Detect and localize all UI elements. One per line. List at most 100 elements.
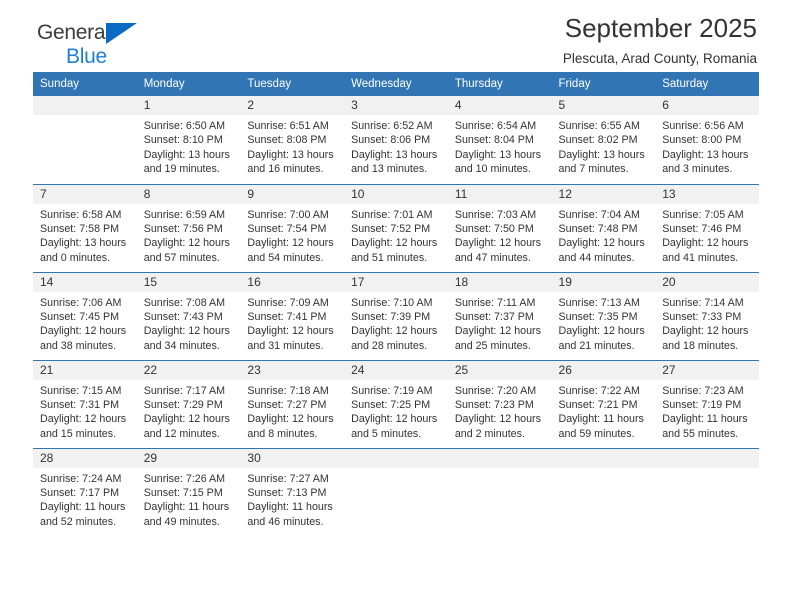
sunset-text: Sunset: 8:10 PM	[143, 134, 223, 147]
calendar-day-cell[interactable]: 5 Sunrise: 6:55 AM Sunset: 8:02 PM Daylight…	[551, 96, 656, 184]
calendar-day-cell[interactable]: 15 Sunrise: 7:08 AM Sunset: 7:43 PM Dayligh…	[136, 271, 241, 360]
day-details: Sunrise: 7:00 AM Sunset: 7:54 PM Daylight:…	[240, 204, 344, 266]
daylight-text-line2: and 52 minutes.	[40, 515, 117, 528]
daylight-text-line2: and 51 minutes.	[351, 251, 428, 264]
daylight-text-line2: and 21 minutes.	[558, 339, 635, 352]
sunrise-text: Sunrise: 7:06 AM	[40, 296, 122, 309]
day-number: 24	[344, 360, 448, 380]
calendar-day-cell[interactable]: 9 Sunrise: 7:00 AM Sunset: 7:54 PM Daylight…	[240, 183, 345, 272]
calendar-day-cell[interactable]: 13 Sunrise: 7:05 AM Sunset: 7:46 PM Dayligh…	[655, 183, 759, 272]
daylight-text-line1: Daylight: 12 hours	[351, 237, 438, 250]
sunrise-text: Sunrise: 7:20 AM	[454, 384, 537, 397]
calendar-day-cell[interactable]: 18 Sunrise: 7:11 AM Sunset: 7:37 PM Dayligh…	[447, 271, 552, 360]
calendar-day-cell[interactable]: 11 Sunrise: 7:03 AM Sunset: 7:50 PM Dayligh…	[447, 183, 552, 272]
calendar-day-cell[interactable]: 27 Sunrise: 7:23 AM Sunset: 7:19 PM Dayligh…	[655, 359, 759, 448]
calendar-day-cell[interactable]: 17 Sunrise: 7:10 AM Sunset: 7:39 PM Dayligh…	[344, 271, 448, 360]
calendar-day-cell[interactable]: 6 Sunrise: 6:56 AM Sunset: 8:00 PM Daylight…	[655, 96, 759, 184]
calendar-day-cell[interactable]: 23 Sunrise: 7:18 AM Sunset: 7:27 PM Dayligh…	[240, 359, 345, 448]
calendar-week-row: 7 Sunrise: 6:58 AM Sunset: 7:58 PM Daylight…	[33, 183, 759, 272]
daylight-text-line2: and 3 minutes.	[662, 163, 733, 176]
calendar-day-cell[interactable]: 8 Sunrise: 6:59 AM Sunset: 7:56 PM Daylight…	[136, 183, 241, 272]
sunset-text: Sunset: 7:37 PM	[454, 310, 534, 323]
daylight-text-line1: Daylight: 12 hours	[454, 325, 541, 338]
calendar-day-cell[interactable]: 25 Sunrise: 7:20 AM Sunset: 7:23 PM Dayligh…	[447, 359, 552, 448]
day-details: Sunrise: 7:04 AM Sunset: 7:48 PM Daylight:…	[552, 204, 656, 266]
daylight-text-line1: Daylight: 12 hours	[40, 325, 127, 338]
daylight-text-line2: and 2 minutes.	[454, 427, 525, 440]
daylight-text-line2: and 5 minutes.	[351, 427, 422, 440]
day-number: 18	[447, 272, 552, 292]
calendar-week-row: 1 Sunrise: 6:50 AM Sunset: 8:10 PM Daylight…	[33, 96, 759, 184]
day-number: 1	[136, 96, 241, 115]
sunrise-text: Sunrise: 7:15 AM	[40, 384, 122, 397]
day-number: 12	[551, 184, 656, 204]
day-details: Sunrise: 7:17 AM Sunset: 7:29 PM Daylight:…	[137, 380, 241, 442]
weekday-header-friday: Friday	[551, 72, 656, 96]
sunset-text: Sunset: 8:00 PM	[662, 134, 742, 147]
day-number: 11	[447, 184, 552, 204]
calendar-day-cell[interactable]: 7 Sunrise: 6:58 AM Sunset: 7:58 PM Daylight…	[33, 183, 137, 272]
sunrise-text: Sunrise: 7:19 AM	[351, 384, 433, 397]
daylight-text-line2: and 41 minutes.	[662, 251, 739, 264]
day-number: 10	[344, 184, 448, 204]
calendar-day-cell[interactable]: 10 Sunrise: 7:01 AM Sunset: 7:52 PM Dayligh…	[344, 183, 448, 272]
calendar-day-cell[interactable]: 20 Sunrise: 7:14 AM Sunset: 7:33 PM Dayligh…	[655, 271, 759, 360]
day-details: Sunrise: 7:08 AM Sunset: 7:43 PM Daylight:…	[137, 292, 241, 354]
day-details: Sunrise: 6:56 AM Sunset: 8:00 PM Daylight:…	[655, 115, 759, 177]
daylight-text-line2: and 28 minutes.	[351, 339, 428, 352]
daylight-text-line2: and 0 minutes.	[40, 251, 111, 264]
day-number: 16	[240, 272, 345, 292]
daylight-text-line2: and 19 minutes.	[143, 163, 220, 176]
sunset-text: Sunset: 7:33 PM	[662, 310, 742, 323]
calendar-day-cell[interactable]: 4 Sunrise: 6:54 AM Sunset: 8:04 PM Daylight…	[447, 96, 552, 184]
calendar-day-cell[interactable]: 24 Sunrise: 7:19 AM Sunset: 7:25 PM Dayligh…	[344, 359, 448, 448]
sunset-text: Sunset: 7:45 PM	[40, 310, 120, 323]
day-number: 26	[551, 360, 656, 380]
sunrise-text: Sunrise: 6:54 AM	[454, 120, 537, 132]
calendar-day-cell[interactable]: 1 Sunrise: 6:50 AM Sunset: 8:10 PM Daylight…	[136, 96, 241, 184]
calendar-day-cell[interactable]: 26 Sunrise: 7:22 AM Sunset: 7:21 PM Dayligh…	[551, 359, 656, 448]
day-number: 2	[240, 96, 345, 115]
calendar-day-cell[interactable]: 12 Sunrise: 7:04 AM Sunset: 7:48 PM Dayligh…	[551, 183, 656, 272]
day-details: Sunrise: 7:05 AM Sunset: 7:46 PM Daylight:…	[655, 204, 759, 266]
sunset-text: Sunset: 7:27 PM	[247, 398, 327, 411]
logo-word-blue: Blue	[66, 45, 107, 68]
sunset-text: Sunset: 8:02 PM	[558, 134, 638, 147]
sunrise-text: Sunrise: 7:14 AM	[662, 296, 744, 309]
day-details: Sunrise: 6:54 AM Sunset: 8:04 PM Daylight:…	[448, 115, 552, 177]
sunrise-text: Sunrise: 7:08 AM	[143, 296, 226, 309]
day-number: 28	[33, 448, 137, 468]
calendar-day-cell[interactable]: 28 Sunrise: 7:24 AM Sunset: 7:17 PM Dayligh…	[33, 447, 137, 536]
calendar-day-cell[interactable]: 22 Sunrise: 7:17 AM Sunset: 7:29 PM Dayligh…	[136, 359, 241, 448]
calendar-day-cell[interactable]: 14 Sunrise: 7:06 AM Sunset: 7:45 PM Dayligh…	[33, 271, 137, 360]
sunset-text: Sunset: 7:48 PM	[558, 222, 638, 235]
daylight-text-line1: Daylight: 13 hours	[662, 148, 749, 161]
calendar-day-cell[interactable]: 19 Sunrise: 7:13 AM Sunset: 7:35 PM Dayligh…	[551, 271, 656, 360]
day-number: 6	[655, 96, 759, 115]
generalblue-logo: General Blue	[37, 22, 137, 68]
day-number: 17	[344, 272, 448, 292]
day-number: 22	[136, 360, 241, 380]
sunset-text: Sunset: 7:25 PM	[351, 398, 431, 411]
sunset-text: Sunset: 8:06 PM	[351, 134, 431, 147]
sunrise-text: Sunrise: 7:26 AM	[143, 472, 226, 485]
weekday-header-sunday: Sunday	[33, 72, 137, 96]
calendar-cell-empty	[33, 96, 137, 184]
daylight-text-line1: Daylight: 11 hours	[247, 501, 333, 514]
calendar-cell-empty	[447, 447, 552, 536]
page-subtitle: Plescuta, Arad County, Romania	[562, 50, 757, 66]
day-details: Sunrise: 6:51 AM Sunset: 8:08 PM Daylight:…	[240, 115, 344, 177]
daylight-text-line2: and 44 minutes.	[558, 251, 635, 264]
sunrise-text: Sunrise: 6:58 AM	[40, 208, 122, 221]
calendar-day-cell[interactable]: 16 Sunrise: 7:09 AM Sunset: 7:41 PM Dayligh…	[240, 271, 345, 360]
calendar-day-cell[interactable]: 2 Sunrise: 6:51 AM Sunset: 8:08 PM Daylight…	[240, 96, 345, 184]
daylight-text-line2: and 25 minutes.	[454, 339, 531, 352]
day-number	[551, 448, 656, 468]
calendar-day-cell[interactable]: 29 Sunrise: 7:26 AM Sunset: 7:15 PM Dayligh…	[136, 447, 241, 536]
daylight-text-line2: and 57 minutes.	[143, 251, 220, 264]
weekday-header-monday: Monday	[136, 72, 241, 96]
calendar-day-cell[interactable]: 30 Sunrise: 7:27 AM Sunset: 7:13 PM Dayligh…	[240, 447, 345, 536]
sunset-text: Sunset: 7:21 PM	[558, 398, 638, 411]
calendar-day-cell[interactable]: 21 Sunrise: 7:15 AM Sunset: 7:31 PM Dayligh…	[33, 359, 137, 448]
calendar-day-cell[interactable]: 3 Sunrise: 6:52 AM Sunset: 8:06 PM Daylight…	[344, 96, 448, 184]
